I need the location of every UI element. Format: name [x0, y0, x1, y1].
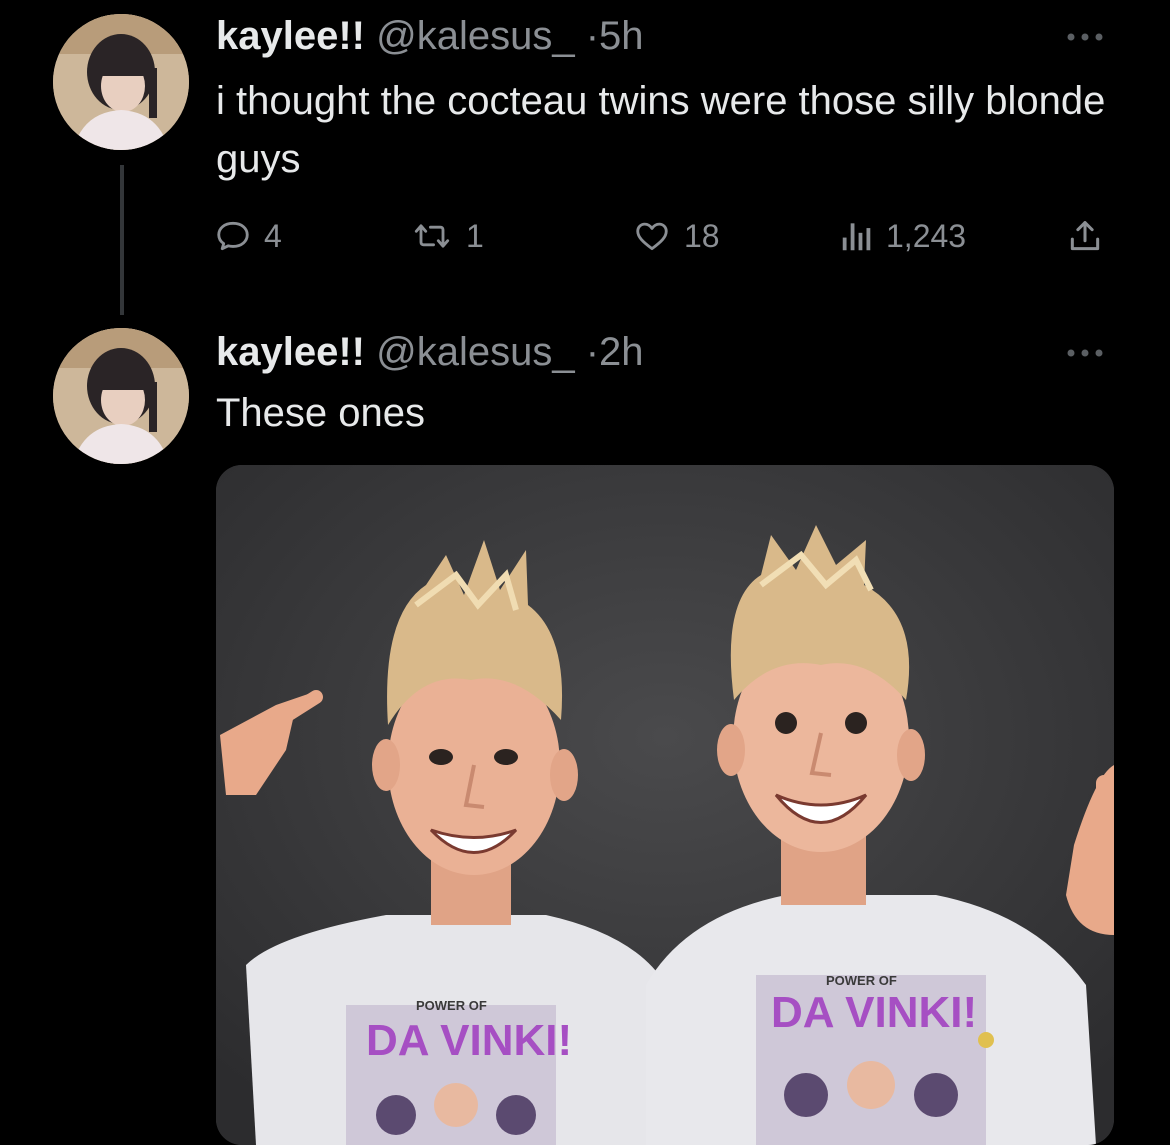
tweet-header: kaylee!! @kalesus_ ·2h — [216, 330, 644, 375]
shirt-sub-left: POWER OF — [416, 998, 487, 1013]
separator-dot: · — [585, 14, 600, 58]
like-count: 18 — [684, 217, 720, 254]
user-handle[interactable]: @kalesus_ — [376, 330, 574, 374]
retweet-button[interactable]: 1 — [410, 210, 484, 262]
tweet-image[interactable]: DA VINKI! POWER OF DA VINKI! POWER OF — [216, 465, 1114, 1145]
share-icon — [1070, 221, 1100, 251]
shirt-logo-right: DA VINKI! — [771, 988, 977, 1037]
avatar[interactable] — [53, 14, 189, 150]
avatar-photo — [53, 14, 189, 150]
display-name[interactable]: kaylee!! — [216, 330, 365, 374]
tweet-text: These ones — [216, 391, 426, 435]
tweet-1[interactable]: kaylee!! @kalesus_ ·5h i thought the coc… — [0, 0, 1170, 320]
separator-dot: · — [585, 330, 600, 374]
tweet-header: kaylee!! @kalesus_ ·5h — [216, 14, 644, 59]
views-count: 1,243 — [886, 217, 967, 254]
views-chart-icon — [842, 223, 871, 251]
views-button[interactable]: 1,243 — [840, 210, 966, 262]
more-options-icon[interactable] — [1064, 346, 1106, 360]
share-button[interactable] — [1066, 210, 1104, 262]
retweet-icon — [414, 224, 450, 248]
timestamp[interactable]: 2h — [599, 330, 644, 374]
retweet-count: 1 — [466, 217, 484, 254]
shirt-sub-right: POWER OF — [826, 973, 897, 988]
shirt-logo-left: DA VINKI! — [366, 1016, 572, 1065]
tweet-text: i thought the cocteau twins were those s… — [216, 79, 1106, 181]
reply-count: 4 — [264, 217, 282, 254]
display-name[interactable]: kaylee!! — [216, 14, 365, 58]
more-options-icon[interactable] — [1064, 30, 1106, 44]
like-button[interactable]: 18 — [632, 210, 720, 262]
avatar[interactable] — [53, 328, 189, 464]
heart-icon — [636, 222, 668, 251]
reply-button[interactable]: 4 — [214, 210, 282, 262]
reply-icon — [217, 221, 249, 251]
avatar-photo — [53, 328, 189, 464]
tweet-actions: 4 1 18 1,243 — [214, 210, 1114, 262]
twins-photo: DA VINKI! POWER OF DA VINKI! POWER OF — [216, 465, 1114, 1145]
timestamp[interactable]: 5h — [599, 14, 644, 58]
user-handle[interactable]: @kalesus_ — [376, 14, 574, 58]
